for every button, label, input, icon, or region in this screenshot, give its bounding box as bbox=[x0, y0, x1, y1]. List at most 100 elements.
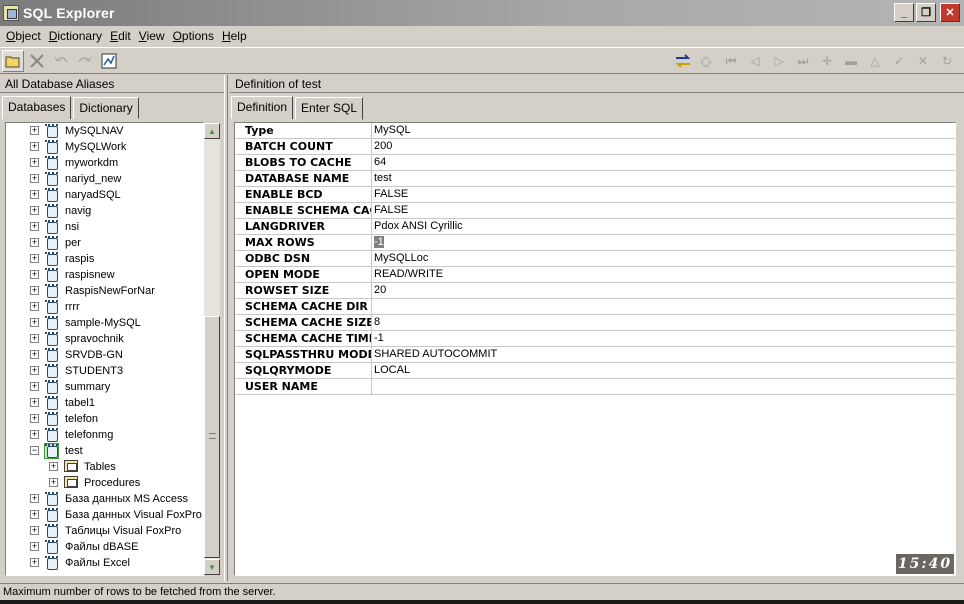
tab-enter-sql[interactable]: Enter SQL bbox=[295, 97, 364, 120]
grid-row[interactable]: Type MySQL bbox=[235, 123, 955, 139]
expand-icon[interactable]: + bbox=[30, 286, 39, 295]
tree-item[interactable]: + Файлы dBASE bbox=[6, 539, 203, 555]
tree-item[interactable]: + MySQLNAV bbox=[6, 123, 203, 139]
grid-row[interactable]: ODBC DSN MySQLLoc bbox=[235, 251, 955, 267]
tree-item[interactable]: + MySQLWork bbox=[6, 139, 203, 155]
tree-item[interactable]: + Таблицы Visual FoxPro bbox=[6, 523, 203, 539]
property-value[interactable]: MySQL bbox=[372, 123, 411, 138]
collapse-icon[interactable]: − bbox=[30, 446, 39, 455]
expand-icon[interactable]: + bbox=[30, 350, 39, 359]
expand-icon[interactable]: + bbox=[30, 318, 39, 327]
expand-icon[interactable]: + bbox=[30, 542, 39, 551]
apply-button[interactable] bbox=[696, 50, 718, 72]
tree-item[interactable]: + Tables bbox=[6, 459, 203, 475]
grid-row[interactable]: LANGDRIVER Pdox ANSI Cyrillic bbox=[235, 219, 955, 235]
expand-icon[interactable]: + bbox=[49, 478, 58, 487]
property-value[interactable]: 20 bbox=[372, 283, 386, 298]
tree-item[interactable]: + База данных MS Access bbox=[6, 491, 203, 507]
tree-item[interactable]: + myworkdm bbox=[6, 155, 203, 171]
grid-row[interactable]: SCHEMA CACHE DIR bbox=[235, 299, 955, 315]
expand-icon[interactable]: + bbox=[30, 254, 39, 263]
grid-row[interactable]: DATABASE NAME test bbox=[235, 171, 955, 187]
minimize-button[interactable]: _ bbox=[894, 3, 914, 22]
tree-item[interactable]: + rrrr bbox=[6, 299, 203, 315]
expand-icon[interactable]: + bbox=[30, 510, 39, 519]
expand-icon[interactable]: + bbox=[30, 142, 39, 151]
scroll-down-button[interactable]: ▼ bbox=[204, 559, 220, 575]
query-builder-button[interactable] bbox=[98, 50, 120, 72]
expand-icon[interactable]: + bbox=[30, 366, 39, 375]
property-value[interactable]: 200 bbox=[372, 139, 392, 154]
grid-row[interactable]: MAX ROWS -1 bbox=[235, 235, 955, 251]
grid-row[interactable]: OPEN MODE READ/WRITE bbox=[235, 267, 955, 283]
property-value[interactable]: 8 bbox=[372, 315, 380, 330]
tree-item[interactable]: + spravochnik bbox=[6, 331, 203, 347]
tree-item[interactable]: + Procedures bbox=[6, 475, 203, 491]
tree-item[interactable]: + raspisnew bbox=[6, 267, 203, 283]
first-record-button[interactable]: ⏮ bbox=[720, 50, 742, 72]
tree-item[interactable]: + naryadSQL bbox=[6, 187, 203, 203]
expand-icon[interactable]: + bbox=[30, 526, 39, 535]
tree-item[interactable]: + nariyd_new bbox=[6, 171, 203, 187]
tree-item[interactable]: + summary bbox=[6, 379, 203, 395]
tree-item[interactable]: + per bbox=[6, 235, 203, 251]
refresh-alias-button[interactable] bbox=[672, 50, 694, 72]
open-folder-button[interactable] bbox=[2, 49, 24, 72]
tree-item[interactable]: + SRVDB-GN bbox=[6, 347, 203, 363]
grid-row[interactable]: SCHEMA CACHE SIZE 8 bbox=[235, 315, 955, 331]
last-record-button[interactable]: ⏭ bbox=[792, 50, 814, 72]
property-value[interactable]: 64 bbox=[372, 155, 386, 170]
tree-item[interactable]: + База данных Visual FoxPro bbox=[6, 507, 203, 523]
scroll-up-button[interactable]: ▲ bbox=[204, 123, 220, 139]
menu-edit[interactable]: Edit bbox=[106, 29, 135, 43]
property-value[interactable]: test bbox=[372, 171, 392, 186]
expand-icon[interactable]: + bbox=[30, 270, 39, 279]
next-record-button[interactable]: ▷ bbox=[768, 50, 790, 72]
grid-row[interactable]: ENABLE SCHEMA CACHEFALSE bbox=[235, 203, 955, 219]
menu-dictionary[interactable]: Dictionary bbox=[45, 29, 106, 43]
expand-icon[interactable]: + bbox=[30, 174, 39, 183]
scroll-thumb[interactable] bbox=[204, 316, 220, 558]
edit-record-button[interactable]: △ bbox=[864, 50, 886, 72]
expand-icon[interactable]: + bbox=[30, 398, 39, 407]
delete-button[interactable] bbox=[26, 50, 48, 72]
expand-icon[interactable]: + bbox=[30, 302, 39, 311]
expand-icon[interactable]: + bbox=[30, 430, 39, 439]
property-value[interactable]: READ/WRITE bbox=[372, 267, 443, 282]
expand-icon[interactable]: + bbox=[30, 158, 39, 167]
tree-item[interactable]: − test bbox=[6, 443, 203, 459]
expand-icon[interactable]: + bbox=[30, 238, 39, 247]
grid-row[interactable]: ENABLE BCD FALSE bbox=[235, 187, 955, 203]
expand-icon[interactable]: + bbox=[30, 382, 39, 391]
property-value[interactable] bbox=[372, 379, 374, 394]
property-value[interactable]: MySQLLoc bbox=[372, 251, 428, 266]
undo-button[interactable] bbox=[50, 50, 72, 72]
tab-databases[interactable]: Databases bbox=[2, 96, 72, 119]
delete-record-button[interactable]: ▬ bbox=[840, 50, 862, 72]
expand-icon[interactable]: + bbox=[30, 190, 39, 199]
property-value[interactable]: -1 bbox=[372, 235, 384, 250]
insert-record-button[interactable]: ✛ bbox=[816, 50, 838, 72]
tree-scrollbar[interactable]: ▲ ▼ bbox=[204, 123, 220, 575]
tree-item[interactable]: + navig bbox=[6, 203, 203, 219]
tree-item[interactable]: + STUDENT3 bbox=[6, 363, 203, 379]
tab-dictionary[interactable]: Dictionary bbox=[73, 97, 139, 119]
property-value[interactable] bbox=[372, 299, 374, 314]
grid-row[interactable]: ROWSET SIZE 20 bbox=[235, 283, 955, 299]
tree-item[interactable]: + telefonmg bbox=[6, 427, 203, 443]
property-value[interactable]: FALSE bbox=[372, 203, 408, 218]
menu-object[interactable]: Object bbox=[2, 29, 45, 43]
expand-icon[interactable]: + bbox=[30, 558, 39, 567]
property-value[interactable]: Pdox ANSI Cyrillic bbox=[372, 219, 463, 234]
expand-icon[interactable]: + bbox=[30, 126, 39, 135]
tree-item[interactable]: + raspis bbox=[6, 251, 203, 267]
expand-icon[interactable]: + bbox=[30, 334, 39, 343]
property-value[interactable]: LOCAL bbox=[372, 363, 410, 378]
property-value[interactable]: -1 bbox=[372, 331, 384, 346]
property-value[interactable]: SHARED AUTOCOMMIT bbox=[372, 347, 497, 362]
grid-row[interactable]: SQLPASSTHRU MODE SHARED AUTOCOMMIT bbox=[235, 347, 955, 363]
tree-item[interactable]: + tabel1 bbox=[6, 395, 203, 411]
tree-item[interactable]: + Файлы Excel bbox=[6, 555, 203, 571]
expand-icon[interactable]: + bbox=[49, 462, 58, 471]
grid-row[interactable]: BLOBS TO CACHE 64 bbox=[235, 155, 955, 171]
